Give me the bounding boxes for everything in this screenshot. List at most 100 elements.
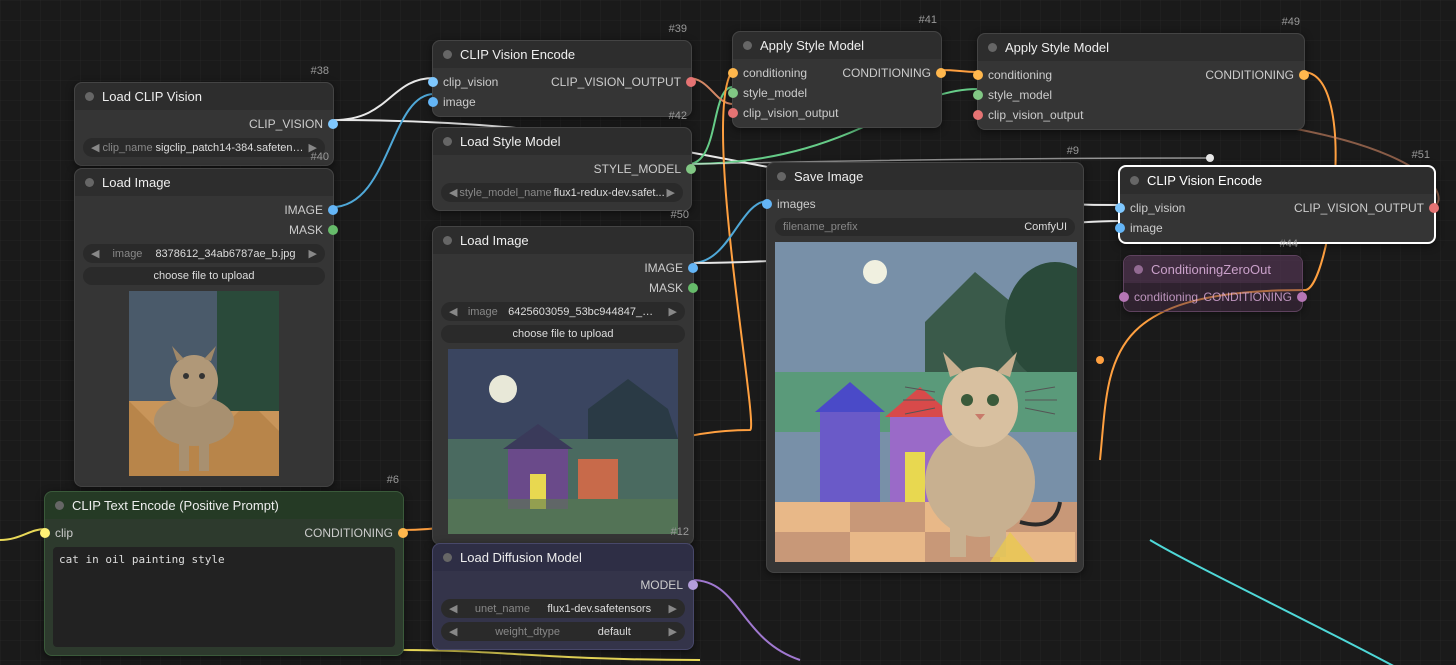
node-clip-vision-encode[interactable]: #39 CLIP Vision Encode clip_vision CLIP_…	[432, 40, 692, 117]
widget-clip-name[interactable]: ◀ clip_name sigclip_patch14-384.safetens…	[83, 138, 325, 157]
input-image[interactable]: image	[1120, 218, 1434, 238]
collapse-toggle-icon[interactable]	[1134, 265, 1143, 274]
collapse-toggle-icon[interactable]	[988, 43, 997, 52]
node-title: Apply Style Model	[760, 38, 864, 53]
arrow-left-icon[interactable]: ◀	[91, 247, 99, 260]
collapse-toggle-icon[interactable]	[85, 92, 94, 101]
output-image[interactable]: IMAGE	[433, 258, 693, 278]
node-id: #12	[671, 526, 689, 538]
node-title: Load Style Model	[460, 134, 560, 149]
node-id: #39	[669, 23, 687, 35]
arrow-right-icon[interactable]: ▶	[669, 602, 677, 615]
upload-button[interactable]: choose file to upload	[441, 325, 685, 343]
widget-unet-name[interactable]: ◀ unet_name flux1-dev.safetensors ▶	[441, 599, 685, 618]
prompt-text-input[interactable]: cat in oil painting style	[53, 547, 395, 647]
input-clip-vision-output[interactable]: clip_vision_output	[978, 105, 1304, 125]
output-style-model[interactable]: STYLE_MODEL	[433, 159, 691, 179]
widget-weight-dtype[interactable]: ◀ weight_dtype default ▶	[441, 622, 685, 641]
input-conditioning[interactable]: conditioning CONDITIONING	[1124, 287, 1302, 307]
node-header[interactable]: Load Image	[433, 227, 693, 254]
widget-image[interactable]: ◀ image 8378612_34ab6787ae_b.jpg ▶	[83, 244, 325, 263]
node-id: #42	[669, 110, 687, 122]
node-id: #40	[311, 151, 329, 163]
arrow-left-icon[interactable]: ◀	[449, 625, 457, 638]
node-load-style-model[interactable]: #42 Load Style Model STYLE_MODEL ◀ style…	[432, 127, 692, 211]
node-apply-style-model-1[interactable]: #41 Apply Style Model conditioning CONDI…	[732, 31, 942, 128]
node-id: #44	[1280, 238, 1298, 250]
node-title: CLIP Vision Encode	[1147, 173, 1262, 188]
collapse-toggle-icon[interactable]	[443, 236, 452, 245]
collapse-toggle-icon[interactable]	[743, 41, 752, 50]
node-id: #49	[1282, 16, 1300, 28]
input-conditioning[interactable]: conditioning CONDITIONING	[733, 63, 941, 83]
node-header[interactable]: Save Image	[767, 163, 1083, 190]
node-header[interactable]: Apply Style Model	[978, 34, 1304, 61]
arrow-left-icon[interactable]: ◀	[449, 186, 457, 199]
node-title: Load CLIP Vision	[102, 89, 202, 104]
node-header[interactable]: Apply Style Model	[733, 32, 941, 59]
node-header[interactable]: Load Diffusion Model	[433, 544, 693, 571]
input-style-model[interactable]: style_model	[733, 83, 941, 103]
node-header[interactable]: Load Style Model	[433, 128, 691, 155]
node-load-clip-vision[interactable]: #38 Load CLIP Vision CLIP_VISION ◀ clip_…	[74, 82, 334, 166]
output-mask[interactable]: MASK	[75, 220, 333, 240]
output-image[interactable]: IMAGE	[75, 200, 333, 220]
arrow-right-icon[interactable]: ▶	[667, 186, 675, 199]
collapse-toggle-icon[interactable]	[443, 50, 452, 59]
node-conditioning-zero-out[interactable]: #44 ConditioningZeroOut conditioning CON…	[1123, 255, 1303, 312]
node-save-image[interactable]: #9 Save Image images filename_prefix Com…	[766, 162, 1084, 573]
node-id: #9	[1067, 145, 1079, 157]
widget-filename-prefix[interactable]: filename_prefix ComfyUI	[775, 218, 1075, 236]
arrow-left-icon[interactable]: ◀	[449, 602, 457, 615]
widget-style-model-name[interactable]: ◀ style_model_name flux1-redux-dev.safet…	[441, 183, 683, 202]
output-model[interactable]: MODEL	[433, 575, 693, 595]
output-preview	[775, 242, 1077, 562]
node-id: #51	[1412, 149, 1430, 161]
arrow-right-icon[interactable]: ▶	[669, 625, 677, 638]
collapse-toggle-icon[interactable]	[85, 178, 94, 187]
node-title: CLIP Vision Encode	[460, 47, 575, 62]
collapse-toggle-icon[interactable]	[443, 137, 452, 146]
node-title: ConditioningZeroOut	[1151, 262, 1271, 277]
arrow-left-icon[interactable]: ◀	[449, 305, 457, 318]
node-clip-text-encode[interactable]: #6 CLIP Text Encode (Positive Prompt) cl…	[44, 491, 404, 656]
input-clip-vision[interactable]: clip_vision CLIP_VISION_OUTPUT	[1120, 198, 1434, 218]
arrow-right-icon[interactable]: ▶	[669, 305, 677, 318]
arrow-left-icon[interactable]: ◀	[91, 141, 99, 154]
node-title: Load Diffusion Model	[460, 550, 582, 565]
node-header[interactable]: Load Image	[75, 169, 333, 196]
node-title: CLIP Text Encode (Positive Prompt)	[72, 498, 279, 513]
node-title: Load Image	[460, 233, 529, 248]
node-load-image-1[interactable]: #40 Load Image IMAGE MASK ◀ image 837861…	[74, 168, 334, 487]
image-preview	[129, 291, 279, 476]
output-mask[interactable]: MASK	[433, 278, 693, 298]
node-title: Load Image	[102, 175, 171, 190]
arrow-right-icon[interactable]: ▶	[309, 247, 317, 260]
input-images[interactable]: images	[767, 194, 1083, 214]
input-clip-vision[interactable]: clip_vision CLIP_VISION_OUTPUT	[433, 72, 691, 92]
upload-button[interactable]: choose file to upload	[83, 267, 325, 285]
node-apply-style-model-2[interactable]: #49 Apply Style Model conditioning CONDI…	[977, 33, 1305, 130]
node-id: #50	[671, 209, 689, 221]
node-header[interactable]: ConditioningZeroOut	[1124, 256, 1302, 283]
input-conditioning[interactable]: conditioning CONDITIONING	[978, 65, 1304, 85]
input-image[interactable]: image	[433, 92, 691, 112]
input-clip[interactable]: clip CONDITIONING	[45, 523, 403, 543]
node-header[interactable]: CLIP Text Encode (Positive Prompt)	[45, 492, 403, 519]
node-load-image-2[interactable]: #50 Load Image IMAGE MASK ◀ image 642560…	[432, 226, 694, 545]
collapse-toggle-icon[interactable]	[1130, 176, 1139, 185]
collapse-toggle-icon[interactable]	[55, 501, 64, 510]
node-load-diffusion-model[interactable]: #12 Load Diffusion Model MODEL ◀ unet_na…	[432, 543, 694, 650]
node-header[interactable]: CLIP Vision Encode	[1120, 167, 1434, 194]
input-style-model[interactable]: style_model	[978, 85, 1304, 105]
node-id: #41	[919, 14, 937, 26]
node-header[interactable]: CLIP Vision Encode	[433, 41, 691, 68]
widget-image[interactable]: ◀ image 6425603059_53bc944847_b.jpg ▶	[441, 302, 685, 321]
collapse-toggle-icon[interactable]	[443, 553, 452, 562]
node-id: #38	[311, 65, 329, 77]
node-header[interactable]: Load CLIP Vision	[75, 83, 333, 110]
node-clip-vision-encode-2[interactable]: #51 CLIP Vision Encode clip_vision CLIP_…	[1118, 165, 1436, 244]
collapse-toggle-icon[interactable]	[777, 172, 786, 181]
output-clip-vision[interactable]: CLIP_VISION	[75, 114, 333, 134]
input-clip-vision-output[interactable]: clip_vision_output	[733, 103, 941, 123]
